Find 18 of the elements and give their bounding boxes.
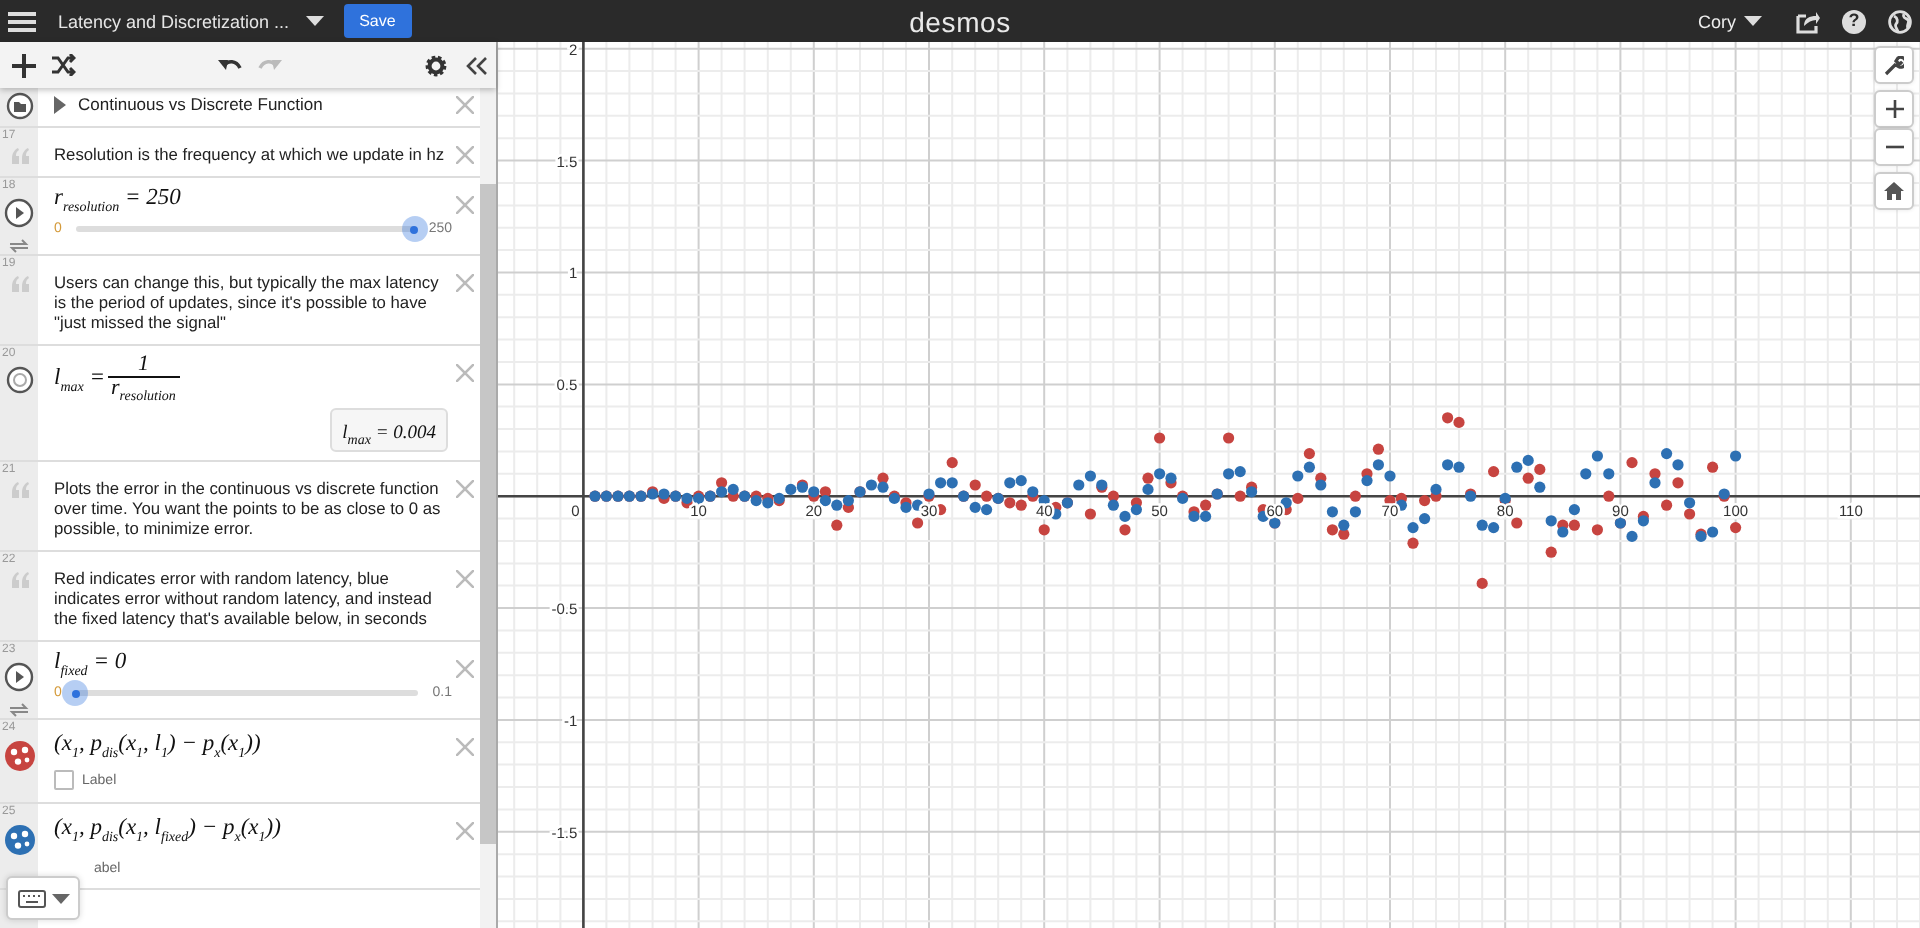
note-text: Users can change this, but typically the max latency is the period of updates, since it's possible to have "just missed the signal" [54, 272, 441, 332]
note-text: Plots the error in the continuous vs discrete function over time. You want the points to be as close to 0 as possible, to minimize error. [54, 478, 443, 539]
expression-text: l$_{max}$ = [54, 366, 106, 396]
user-menu[interactable]: Cory [1698, 11, 1763, 31]
expression-text: l$_{fixed}$ = 0 [54, 650, 129, 679]
fraction-numerator: 1 [137, 354, 149, 376]
expression-text: r$_{resolution}$ = 250 [54, 186, 183, 215]
folder-title: Continuous vs Discrete Function [78, 94, 323, 114]
expression-text: (x$_{1}$, p$_{dis}$(x$_{1}$, l$_{fixed}$) − p$_{x}$(x$_{1}$)) [54, 816, 283, 846]
note-text: Resolution is the frequency at which we update in hz [54, 144, 447, 164]
fraction-denominator: r$_{resolution}$ [111, 378, 176, 409]
result-text: l$_{max}$ = 0.004 [342, 424, 436, 445]
note-text: Red indicates error with random latency, blue indicates error without random latency, and instead the fixed latency that's available below, in seconds [54, 568, 434, 629]
help-button[interactable]: ? [1842, 9, 1867, 33]
expression-text: (x$_{1}$, p$_{dis}$(x$_{1}$, l$_{1}$) − p$_{x}$(x$_{1}$)) [54, 732, 263, 761]
desmos-logo: desmos [909, 5, 1011, 37]
document-title[interactable]: Latency and Discretization ... [58, 11, 290, 31]
save-button[interactable]: Save [343, 4, 412, 38]
